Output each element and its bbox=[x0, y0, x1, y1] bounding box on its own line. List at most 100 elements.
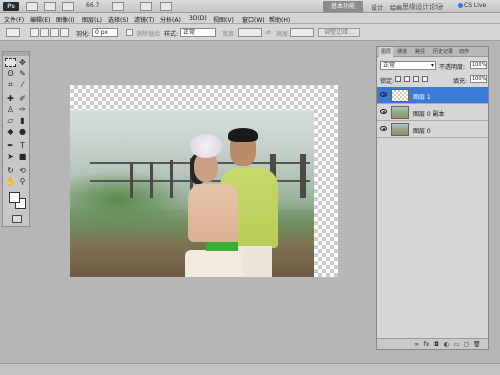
blend-row: 正常 不透明度: 100% bbox=[380, 61, 487, 71]
foreground-color-swatch[interactable] bbox=[9, 192, 20, 203]
tool-preset-picker[interactable] bbox=[6, 28, 20, 37]
height-input[interactable] bbox=[290, 28, 314, 37]
lock-row: 锁定: 填充: 100% bbox=[380, 75, 487, 85]
minibridge-icon[interactable] bbox=[44, 2, 56, 11]
lock-transparency-icon[interactable] bbox=[395, 76, 401, 82]
refine-edge-button[interactable]: 调整边缘... bbox=[318, 28, 360, 37]
layer-name: 图层 1 bbox=[413, 94, 431, 101]
cs-live-button[interactable]: CS Live bbox=[458, 2, 486, 9]
zoom-level[interactable]: 66.7 bbox=[86, 2, 99, 9]
brush-tool-icon[interactable]: ✐ bbox=[17, 94, 28, 103]
gradient-tool-icon[interactable]: ▮ bbox=[17, 116, 28, 125]
blend-mode-select[interactable]: 正常 bbox=[380, 61, 436, 70]
link-icon[interactable]: ∞ bbox=[413, 341, 420, 348]
3d-camera-icon[interactable]: ⟲ bbox=[17, 166, 28, 175]
feather-input[interactable]: 0 px bbox=[92, 28, 118, 37]
layer-row[interactable]: 图层 0 副本 bbox=[377, 104, 488, 121]
tab-channels[interactable]: 通道 bbox=[397, 48, 407, 55]
screen-mode-icon[interactable] bbox=[160, 2, 172, 11]
workspace-design-tab[interactable]: 设计 bbox=[371, 3, 383, 12]
new-selection-icon[interactable] bbox=[30, 28, 39, 37]
trash-icon[interactable]: 🗑 bbox=[473, 341, 481, 348]
swap-icon[interactable]: ⇄ bbox=[266, 29, 271, 36]
photo-woman-skirt bbox=[185, 250, 243, 277]
photoshop-logo[interactable]: Ps bbox=[3, 2, 19, 11]
clone-stamp-icon[interactable]: ♙ bbox=[5, 105, 16, 114]
menu-image[interactable]: 图像(I) bbox=[56, 15, 74, 24]
menu-edit[interactable]: 编辑(E) bbox=[30, 15, 50, 24]
tab-paths[interactable]: 路径 bbox=[415, 48, 425, 55]
quick-select-tool-icon[interactable]: ✎ bbox=[17, 69, 28, 78]
add-to-selection-icon[interactable] bbox=[40, 28, 49, 37]
menu-filter[interactable]: 滤镜(T) bbox=[134, 15, 154, 24]
opacity-input[interactable]: 100% bbox=[470, 61, 487, 69]
menu-select[interactable]: 选择(S) bbox=[108, 15, 129, 24]
shape-tool-icon[interactable]: ■ bbox=[17, 152, 28, 161]
blur-tool-icon[interactable]: ◆ bbox=[5, 127, 16, 136]
intersect-selection-icon[interactable] bbox=[60, 28, 69, 37]
document-canvas[interactable] bbox=[70, 85, 338, 277]
mask-icon[interactable]: ◘ bbox=[433, 341, 440, 348]
view-extras-icon[interactable] bbox=[62, 2, 74, 11]
zoom-tool-icon[interactable]: ⚲ bbox=[17, 177, 28, 186]
arrange-documents-icon[interactable] bbox=[140, 2, 152, 11]
path-select-icon[interactable]: ➤ bbox=[5, 152, 16, 161]
eyedropper-tool-icon[interactable]: ⁄ bbox=[17, 80, 28, 89]
width-input[interactable] bbox=[238, 28, 262, 37]
layer-row[interactable]: 图层 0 bbox=[377, 121, 488, 138]
menu-3d[interactable]: 3D(D) bbox=[189, 15, 207, 22]
lock-position-icon[interactable] bbox=[413, 76, 419, 82]
new-layer-icon[interactable]: ▢ bbox=[463, 341, 470, 348]
wedding-photo-layer bbox=[70, 110, 314, 277]
layer-thumbnail bbox=[391, 89, 409, 102]
fill-input[interactable]: 100% bbox=[470, 75, 487, 83]
3d-rotate-icon[interactable]: ↻ bbox=[5, 166, 16, 175]
menu-file[interactable]: 文件(F) bbox=[4, 15, 24, 24]
type-tool-icon[interactable]: T bbox=[17, 141, 28, 150]
style-select[interactable]: 正常 bbox=[180, 28, 216, 37]
layer-row[interactable]: 图层 1 bbox=[377, 87, 488, 104]
history-brush-icon[interactable]: ✑ bbox=[17, 105, 28, 114]
menu-analysis[interactable]: 分析(A) bbox=[160, 15, 181, 24]
tools-panel-grip[interactable] bbox=[3, 52, 29, 56]
quick-mask-icon[interactable] bbox=[12, 215, 22, 223]
layer-thumbnail bbox=[391, 123, 409, 136]
pen-tool-icon[interactable]: ✒ bbox=[5, 141, 16, 150]
tab-history[interactable]: 历史记录 bbox=[433, 48, 453, 55]
workspace-paint-tab[interactable]: 绘画 bbox=[390, 3, 402, 12]
healing-brush-icon[interactable]: ✚ bbox=[5, 94, 16, 103]
visibility-eye-icon[interactable] bbox=[380, 92, 387, 97]
adjustment-icon[interactable]: ◐ bbox=[443, 341, 450, 348]
hand-tool-icon[interactable]: ✋ bbox=[5, 177, 16, 186]
antialias-checkbox[interactable] bbox=[126, 29, 133, 36]
layer-thumbnail bbox=[391, 106, 409, 119]
tab-actions[interactable]: 动作 bbox=[459, 48, 469, 55]
menu-view[interactable]: 视图(V) bbox=[213, 15, 234, 24]
visibility-eye-icon[interactable] bbox=[380, 126, 387, 131]
tab-layers[interactable]: 图层 bbox=[379, 47, 394, 57]
width-label: 宽度: bbox=[222, 31, 237, 38]
lasso-tool-icon[interactable]: ʘ bbox=[5, 69, 16, 78]
subtract-selection-icon[interactable] bbox=[50, 28, 59, 37]
photo-woman-belt bbox=[206, 242, 238, 251]
bridge-icon[interactable] bbox=[26, 2, 38, 11]
fx-icon[interactable]: fx bbox=[423, 341, 430, 348]
style-label: 样式: bbox=[164, 31, 179, 38]
title-bar: Ps 66.7 基本功能 设计 绘画 » 思缘设计论坛 WWW.MISSYUAN… bbox=[0, 0, 500, 20]
menu-help[interactable]: 帮助(H) bbox=[269, 15, 290, 24]
menu-window[interactable]: 窗口(W) bbox=[242, 15, 265, 24]
eraser-tool-icon[interactable]: ▱ bbox=[5, 116, 16, 125]
lock-pixels-icon[interactable] bbox=[404, 76, 410, 82]
marquee-tool-icon[interactable] bbox=[5, 58, 16, 67]
menu-bar: 文件(F) 编辑(E) 图像(I) 图层(L) 选择(S) 滤镜(T) 分析(A… bbox=[0, 13, 500, 24]
menu-layer[interactable]: 图层(L) bbox=[82, 15, 102, 24]
group-icon[interactable]: ▭ bbox=[453, 341, 460, 348]
lock-all-icon[interactable] bbox=[422, 76, 428, 82]
layer-list: 图层 1 图层 0 副本 图层 0 bbox=[377, 87, 488, 138]
visibility-eye-icon[interactable] bbox=[380, 109, 387, 114]
dodge-tool-icon[interactable]: ● bbox=[17, 127, 28, 136]
workspace-essentials-button[interactable]: 基本功能 bbox=[323, 1, 363, 12]
hand-view-icon[interactable] bbox=[112, 2, 124, 11]
crop-tool-icon[interactable]: ⌗ bbox=[5, 80, 16, 89]
move-tool-icon[interactable]: ✥ bbox=[17, 58, 28, 67]
